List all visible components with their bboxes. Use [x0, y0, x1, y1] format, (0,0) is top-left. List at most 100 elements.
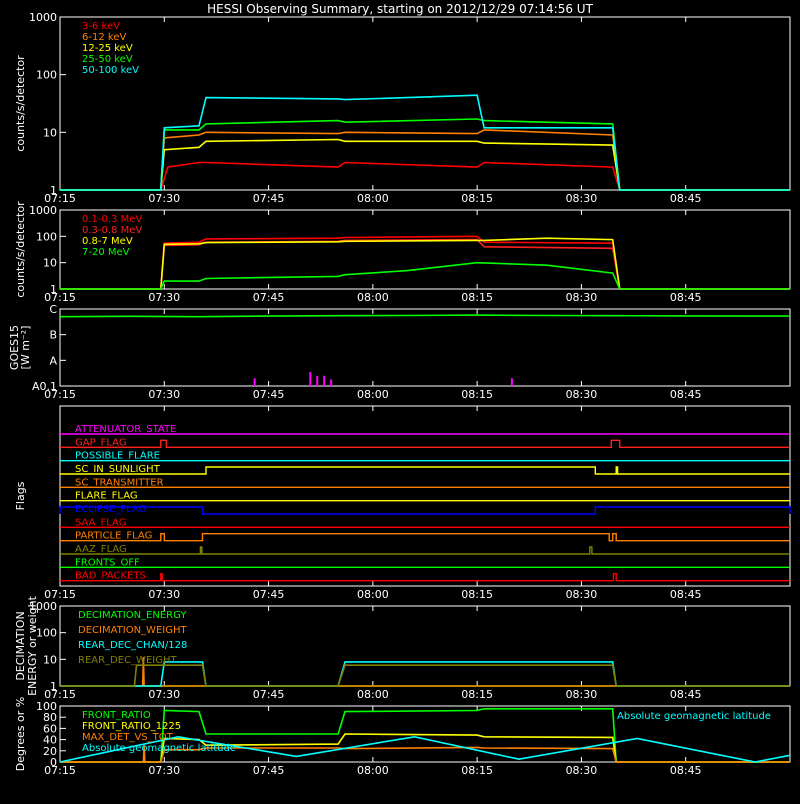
- y-tick-label: 100: [36, 230, 57, 243]
- y-axis-label-line2: ENERGY or weight: [26, 595, 39, 695]
- x-tick-label: 08:45: [670, 192, 702, 205]
- x-tick-label: 07:45: [253, 291, 285, 304]
- x-tick-label: 07:45: [253, 764, 285, 777]
- x-tick-label: 08:15: [461, 192, 493, 205]
- legend-entry: 50-100 keV: [82, 65, 139, 76]
- x-tick-label: 08:00: [357, 764, 389, 777]
- flag-line: [59, 506, 791, 515]
- legend-entry: REAR_DEC_WEIGHT: [78, 655, 177, 666]
- legend-entry: REAR_DEC_CHAN/128: [78, 640, 187, 651]
- count_rates_low-frame: [59, 16, 791, 191]
- hessi-summary-figure: HESSI Observing Summary, starting on 201…: [0, 0, 800, 800]
- y-axis-label: Degrees or %: [14, 697, 27, 771]
- legend-entry: Absolute geomagnetic latitude: [82, 743, 236, 754]
- flag-label: GAP_FLAG: [75, 437, 127, 448]
- series-line: [60, 261, 790, 290]
- flag-label: SC_IN_SUNLIGHT: [75, 464, 161, 475]
- legend-entry: 0.3-0.8 MeV: [82, 225, 142, 236]
- y-tick-label: 60: [43, 722, 57, 735]
- legend-entry: 12-25 keV: [82, 43, 133, 54]
- x-tick-label: 07:30: [148, 388, 180, 401]
- legend-entry: 0.1-0.3 MeV: [82, 214, 142, 225]
- legend-entry: FRONT_RATIO: [82, 710, 151, 721]
- series-line: [59, 314, 791, 318]
- flag-label: PARTICLE_FLAG: [75, 531, 152, 542]
- decimation-panel: 07:15 07:30 07:45 08:00 08:15 08:30 08:4511010…: [14, 595, 791, 701]
- goes-panel: 07:15 07:30 07:45 08:00 08:15 08:30 08:45A0.1A…: [8, 303, 791, 401]
- x-tick-label: 08:15: [461, 588, 493, 601]
- flag-line: [60, 573, 790, 582]
- y-tick-label: A: [49, 354, 57, 367]
- y-tick-label: 1000: [29, 204, 57, 217]
- legend-entry: DECIMATION_WEIGHT: [78, 625, 187, 636]
- x-tick-label: 08:45: [670, 688, 702, 701]
- x-tick-label: 07:45: [253, 688, 285, 701]
- x-tick-label: 08:30: [566, 291, 598, 304]
- flag-line: [60, 439, 790, 448]
- x-tick-label: 07:30: [148, 588, 180, 601]
- y-axis-unit: [W m⁻²]: [19, 326, 32, 370]
- x-tick-label: 08:15: [461, 764, 493, 777]
- legend-entry: 6-12 keV: [82, 32, 126, 43]
- flag-label: ATTENUATOR_STATE: [75, 424, 176, 435]
- flag-label: AAZ_FLAG: [75, 544, 127, 555]
- x-tick-label: 08:45: [670, 588, 702, 601]
- series-line: [60, 129, 790, 191]
- x-tick-label: 07:45: [253, 388, 285, 401]
- series-line: [60, 664, 790, 687]
- flags-axis-label: Flags: [14, 481, 27, 510]
- y-tick-label: 40: [43, 734, 57, 747]
- goes-frame: [59, 308, 791, 387]
- count_rates_high-panel: 07:15 07:30 07:45 08:00 08:15 08:30 08:4511010…: [14, 201, 791, 304]
- x-tick-label: 08:30: [566, 388, 598, 401]
- y-tick-label: 20: [43, 745, 57, 758]
- flag-line: [60, 533, 790, 542]
- y-tick-label: 100: [36, 69, 57, 82]
- x-tick-label: 08:00: [357, 192, 389, 205]
- flag-label: SC_TRANSMITTER: [75, 477, 164, 488]
- chart-title: HESSI Observing Summary, starting on 201…: [207, 2, 593, 16]
- flag-label: POSSIBLE_FLARE: [75, 451, 160, 462]
- y-tick-label: 80: [43, 711, 57, 724]
- series-line: [60, 118, 790, 191]
- x-tick-label: 08:45: [670, 291, 702, 304]
- flag-label: BAD_PACKETS: [75, 571, 146, 582]
- x-tick-label: 08:30: [566, 764, 598, 777]
- y-tick-label: 1: [50, 680, 57, 693]
- flag-label: SAA_FLAG: [75, 517, 126, 528]
- x-tick-label: 08:15: [461, 388, 493, 401]
- y-tick-label: 0: [50, 756, 57, 769]
- legend-entry: FRONT_RATIO_1225: [82, 721, 181, 732]
- legend-entry: 3-6 keV: [82, 21, 120, 32]
- legend-entry: 7-20 MeV: [82, 247, 130, 258]
- x-tick-label: 08:30: [566, 688, 598, 701]
- y-tick-label: 1: [50, 283, 57, 296]
- x-tick-label: 07:30: [148, 688, 180, 701]
- x-tick-label: 07:30: [148, 192, 180, 205]
- x-tick-label: 07:45: [253, 192, 285, 205]
- y-tick-label: B: [49, 329, 57, 342]
- y-tick-label: A0.1: [32, 380, 57, 393]
- flag-line: [60, 546, 790, 555]
- series-line: [60, 161, 790, 191]
- x-tick-label: 08:30: [566, 588, 598, 601]
- y-tick-label: 100: [36, 700, 57, 713]
- x-tick-label: 08:15: [461, 688, 493, 701]
- y-tick-label: 10: [43, 653, 57, 666]
- count_rates_low-panel: 07:15 07:30 07:45 08:00 08:15 08:30 08:4511010…: [14, 11, 791, 205]
- y-tick-label: C: [49, 303, 57, 316]
- x-tick-label: 07:30: [148, 764, 180, 777]
- count_rates_high-frame: [59, 209, 791, 290]
- y-tick-label: 100: [36, 627, 57, 640]
- x-tick-label: 08:45: [670, 388, 702, 401]
- chart-canvas: HESSI Observing Summary, starting on 201…: [8, 2, 791, 777]
- x-tick-label: 08:00: [357, 388, 389, 401]
- x-tick-label: 07:30: [148, 291, 180, 304]
- x-tick-label: 07:45: [253, 588, 285, 601]
- y-axis-label: counts/s/detector: [14, 201, 27, 298]
- flag-label: ECLIPSE_FLAG: [75, 504, 146, 515]
- flag-label: FLARE_FLAG: [75, 491, 138, 502]
- y-tick-label: 10: [43, 126, 57, 139]
- x-tick-label: 08:45: [670, 764, 702, 777]
- x-tick-label: 08:15: [461, 291, 493, 304]
